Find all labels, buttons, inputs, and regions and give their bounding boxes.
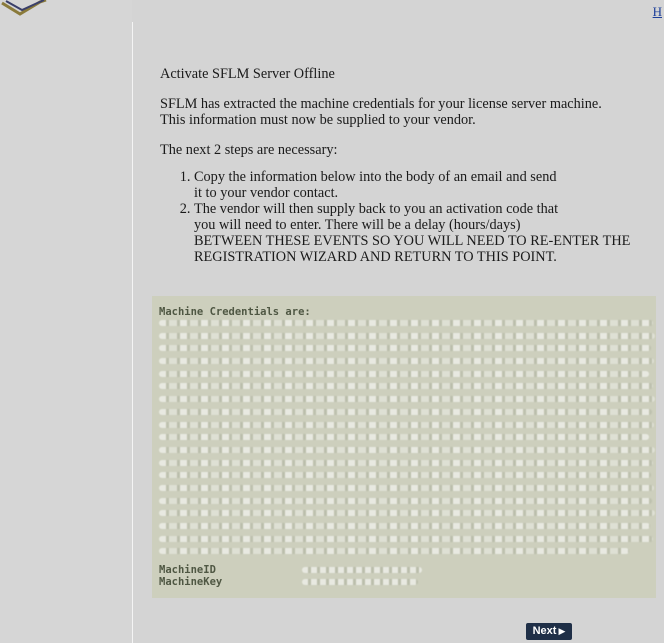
step-line: you will need to enter. There will be a … — [194, 217, 521, 233]
left-rail — [0, 0, 132, 643]
step-line: it to your vendor contact. — [194, 185, 339, 201]
step-line: REGISTRATION WIZARD AND RETURN TO THIS P… — [194, 249, 557, 265]
credentials-blurred-text — [159, 320, 656, 555]
step-item: The vendor will then supply back to you … — [194, 201, 650, 265]
credentials-panel[interactable]: Machine Credentials are: MachineID Machi… — [152, 296, 656, 598]
machine-id-value — [302, 567, 422, 573]
intro-line: This information must now be supplied to… — [160, 112, 476, 128]
intro-line: SFLM has extracted the machine credentia… — [160, 96, 602, 112]
machine-key-label: MachineKey — [159, 576, 223, 588]
intro-text: SFLM has extracted the machine credentia… — [160, 96, 650, 128]
machine-key-value — [302, 579, 418, 585]
step-item: Copy the information below into the body… — [194, 169, 650, 201]
next-button-label: Next — [532, 625, 557, 637]
main-content: Activate SFLM Server Offline SFLM has ex… — [160, 66, 650, 265]
logo-icon — [1, 0, 47, 16]
help-link[interactable]: H — [653, 4, 662, 20]
steps-lead: The next 2 steps are necessary: — [160, 142, 338, 158]
step-line: The vendor will then supply back to you … — [194, 201, 559, 217]
next-button[interactable]: Next ▶ — [526, 623, 572, 640]
page-title: Activate SFLM Server Offline — [160, 66, 335, 82]
steps-list: Copy the information below into the body… — [160, 169, 650, 265]
play-arrow-icon: ▶ — [558, 626, 566, 636]
machine-id-label: MachineID — [159, 564, 216, 576]
step-line: BETWEEN THESE EVENTS SO YOU WILL NEED TO… — [194, 233, 631, 249]
vertical-divider — [132, 22, 133, 643]
credentials-label: Machine Credentials are: — [159, 306, 311, 318]
step-line: Copy the information below into the body… — [194, 169, 557, 185]
